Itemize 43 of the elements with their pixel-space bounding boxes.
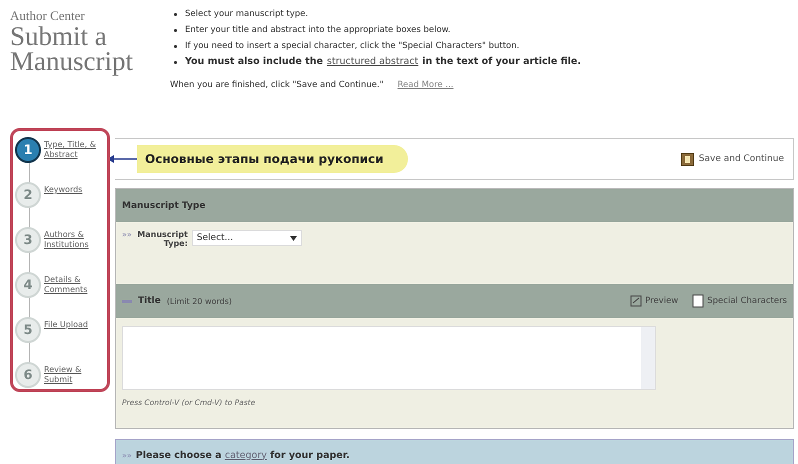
step-link[interactable]: Details & Comments bbox=[44, 272, 107, 295]
step-number: 2 bbox=[15, 182, 41, 208]
preview-icon bbox=[630, 295, 642, 307]
save-icon bbox=[680, 152, 694, 166]
category-prompt: Please choose a category for your paper. bbox=[136, 450, 350, 460]
caret-icon bbox=[290, 236, 297, 240]
section-heading: Manuscript Type bbox=[122, 200, 206, 210]
instruction-item: Enter your title and abstract into the appropriate boxes below. bbox=[185, 24, 451, 36]
category-link[interactable]: category bbox=[224, 450, 267, 460]
field-label: Manuscript Type: bbox=[136, 230, 188, 248]
special-characters-button[interactable]: Special Characters bbox=[692, 294, 787, 308]
preview-button[interactable]: Preview bbox=[630, 295, 678, 307]
section-heading: Title bbox=[138, 296, 161, 306]
instruction-item: If you need to insert a special character, click the "Special Characters" button. bbox=[185, 40, 520, 52]
step-link[interactable]: Review & Submit bbox=[44, 362, 107, 385]
step-link[interactable]: File Upload bbox=[44, 317, 107, 330]
step-number: 6 bbox=[15, 362, 41, 388]
instruction-item: Select your manuscript type. bbox=[185, 8, 308, 20]
manuscript-type-select[interactable]: Select... bbox=[192, 230, 302, 246]
bullet-icon bbox=[174, 44, 177, 48]
step-link[interactable]: Keywords bbox=[44, 182, 107, 195]
instruction-item: You must also include the structured abstract in the text of your article file. bbox=[185, 56, 581, 68]
bullet-icon bbox=[174, 12, 177, 16]
bullet-icon bbox=[174, 28, 177, 32]
page-title: Submit a Manuscript bbox=[10, 24, 134, 74]
step-number: 3 bbox=[15, 227, 41, 253]
required-marker: »» bbox=[122, 450, 132, 460]
bullet-icon bbox=[174, 60, 177, 64]
step-number: 4 bbox=[15, 272, 41, 298]
step-number: 5 bbox=[15, 317, 41, 343]
finish-note: When you are finished, click "Save and Continue." bbox=[170, 80, 384, 90]
step-link[interactable]: Authors & Institutions bbox=[44, 227, 107, 250]
word-limit: (Limit 20 words) bbox=[166, 296, 232, 306]
required-marker: »» bbox=[122, 230, 132, 239]
scrollbar bbox=[641, 327, 655, 389]
structured-abstract-link[interactable]: structured abstract bbox=[326, 56, 418, 67]
step-number: 1 bbox=[15, 137, 41, 163]
step-link[interactable]: Type, Title, & Abstract bbox=[44, 137, 107, 160]
character-icon bbox=[692, 294, 704, 308]
read-more-link[interactable]: Read More ... bbox=[398, 80, 454, 90]
section-label: Author Center bbox=[10, 8, 86, 24]
callout-label: Основные этапы подачи рукописи bbox=[137, 145, 408, 173]
title-field[interactable] bbox=[122, 326, 656, 390]
